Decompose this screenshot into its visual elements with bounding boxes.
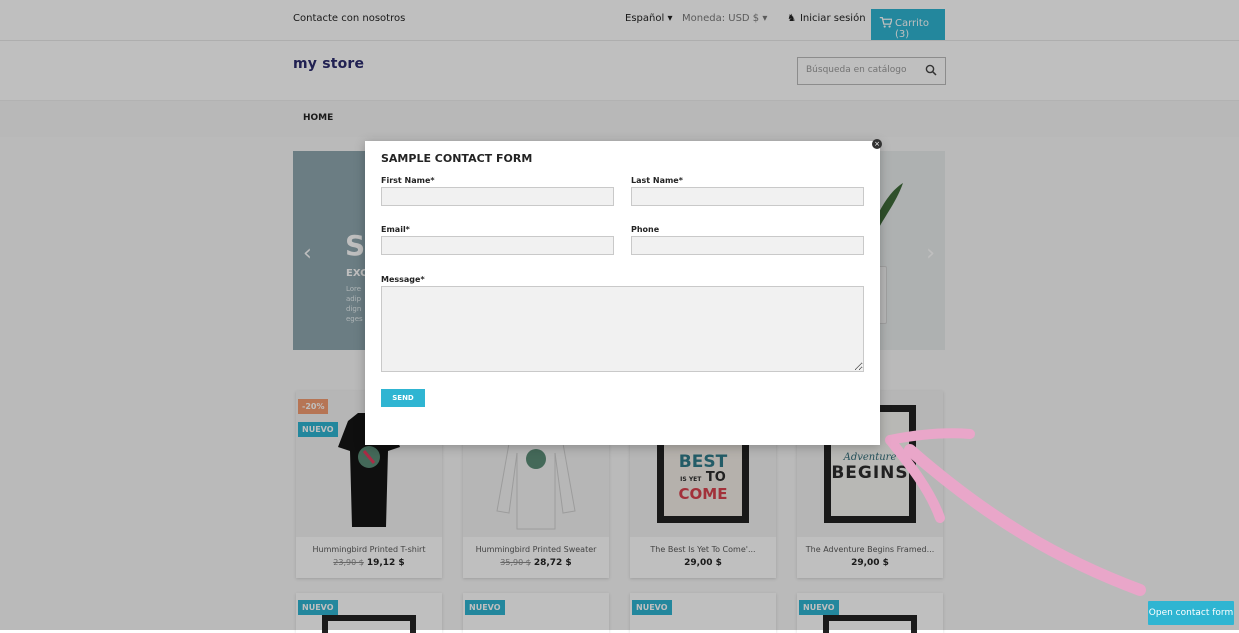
last-name-label: Last Name* (631, 176, 683, 185)
email-label: Email* (381, 225, 410, 234)
contact-form-modal: SAMPLE CONTACT FORM First Name* Last Nam… (365, 141, 880, 445)
annotation-arrow-icon (885, 428, 1146, 596)
modal-title: SAMPLE CONTACT FORM (381, 152, 533, 165)
phone-field[interactable] (631, 236, 864, 255)
email-field[interactable] (381, 236, 614, 255)
first-name-label: First Name* (381, 176, 435, 185)
first-name-field[interactable] (381, 187, 614, 206)
close-icon[interactable]: × (872, 139, 882, 149)
message-field[interactable] (381, 286, 864, 372)
last-name-field[interactable] (631, 187, 864, 206)
open-contact-form-button[interactable]: Open contact form (1148, 601, 1234, 625)
message-label: Message* (381, 275, 425, 284)
send-button[interactable]: SEND (381, 389, 425, 407)
phone-label: Phone (631, 225, 660, 234)
